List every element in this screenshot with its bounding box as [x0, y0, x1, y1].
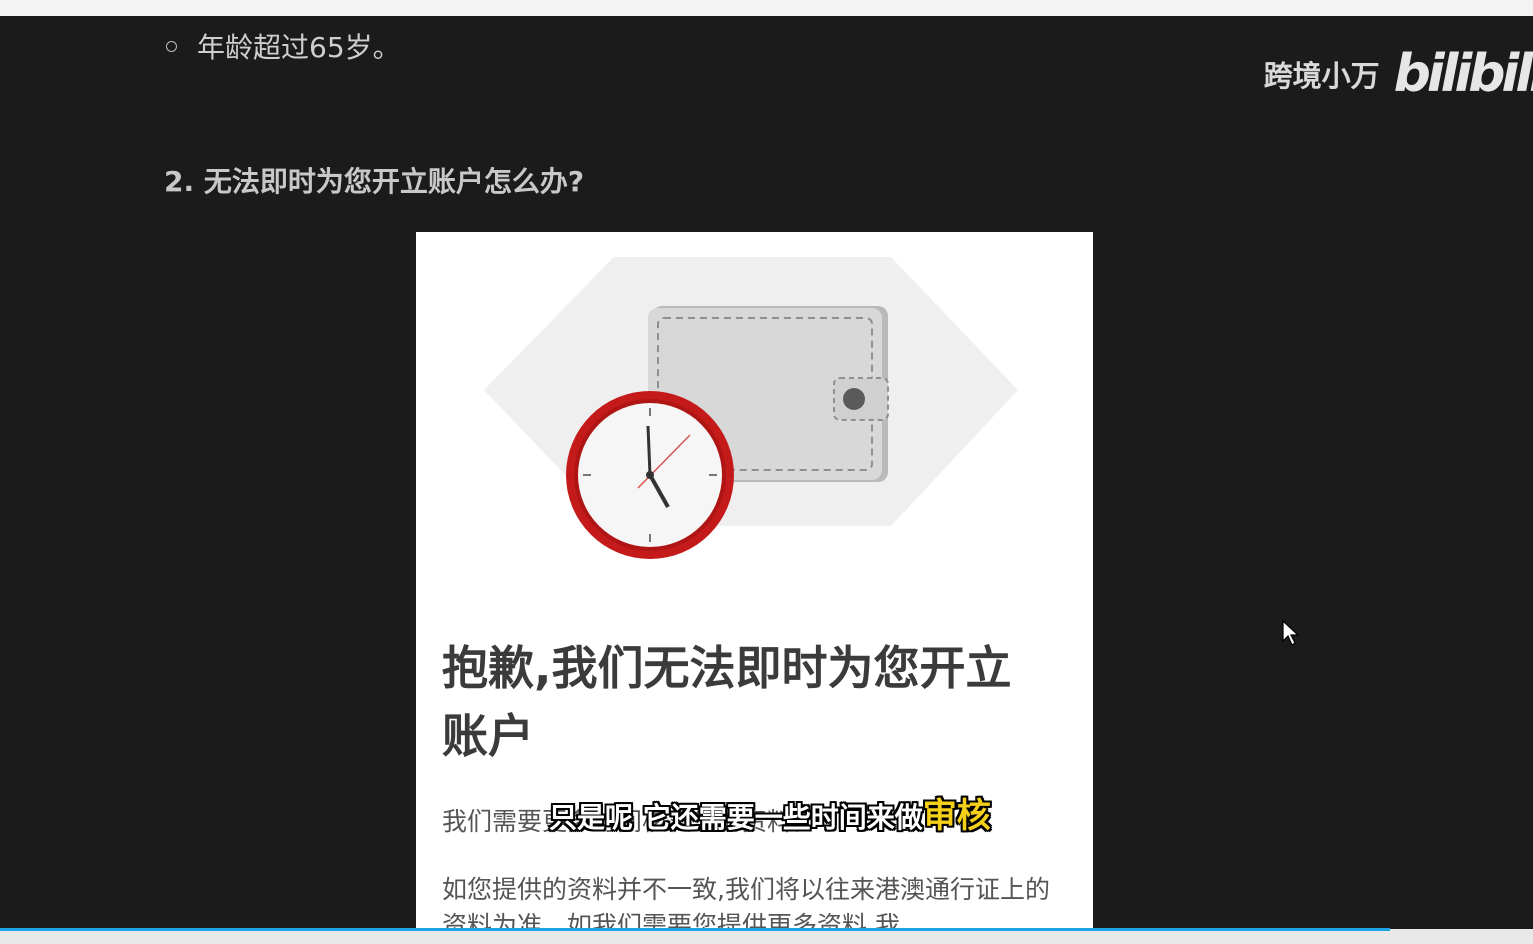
section-heading: 2. 无法即时为您开立账户怎么办?: [164, 165, 585, 198]
card-title: 抱歉,我们无法即时为您开立账户: [442, 641, 1012, 763]
subtitle-text: 只是呢 它还需要一些时间来做: [549, 801, 923, 834]
card-paragraph-2: 如您提供的资料并不一致,我们将以往来港澳通行证上的资料为准。如我们需要您提供更多…: [442, 875, 1050, 932]
clock-icon: [566, 391, 734, 559]
mouse-cursor-icon: [1282, 620, 1300, 646]
watermark-channel-name: 跨境小万: [1263, 59, 1380, 93]
bullet-text: 年龄超过65岁。: [197, 31, 401, 64]
bullet-circle-icon: [166, 40, 177, 52]
subtitle-highlight: 审核: [922, 796, 991, 836]
bilibili-logo: bilibili: [1393, 44, 1533, 104]
video-control-bar[interactable]: [0, 929, 1533, 944]
top-strip: [0, 0, 1533, 16]
video-subtitle: 只是呢 它还需要一些时间来做审核: [549, 788, 991, 837]
list-item-age: 年龄超过65岁。: [166, 26, 401, 66]
video-progress-bar[interactable]: [0, 928, 1391, 931]
channel-watermark: 跨境小万 bilibili: [1264, 44, 1533, 104]
wallet-clock-illustration: [484, 257, 1018, 559]
